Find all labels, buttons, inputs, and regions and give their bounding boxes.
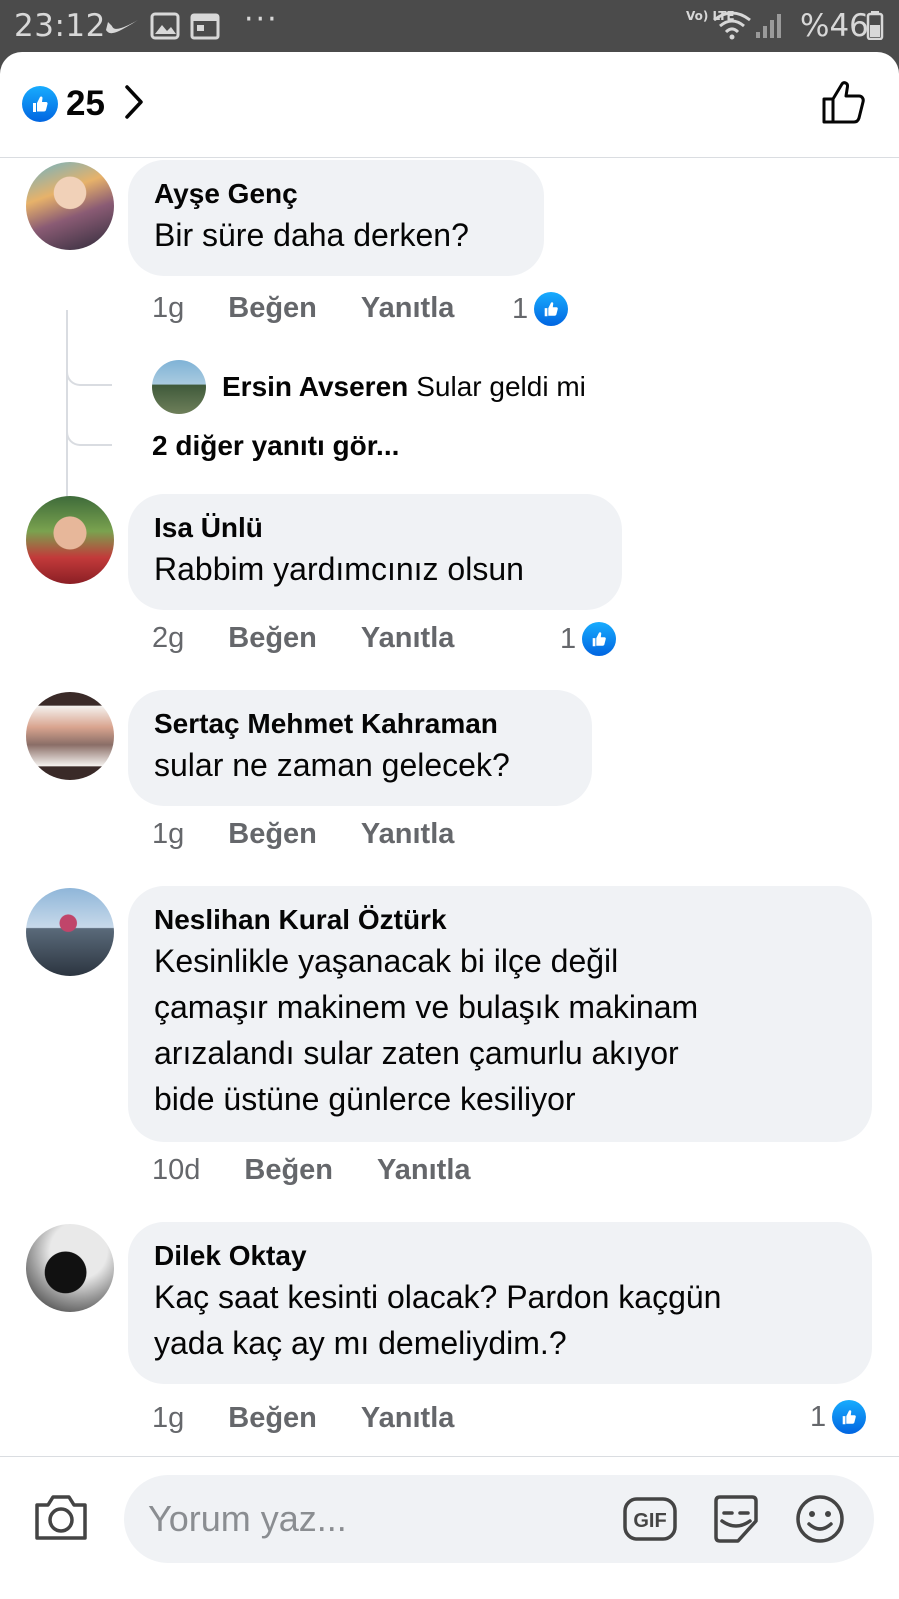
reply-preview[interactable]: Ersin Avseren Sular geldi mi [152, 360, 586, 414]
like-button[interactable]: Beğen [228, 622, 317, 655]
comment-author[interactable]: Neslihan Kural Öztürk [154, 902, 846, 938]
comment-bubble: Dilek Oktay Kaç saat kesinti olacak? Par… [128, 1222, 872, 1384]
nike-icon [104, 12, 140, 42]
thumbs-up-outline-icon[interactable] [821, 80, 867, 131]
comment-bubble: Ayşe Genç Bir süre daha derken? [128, 160, 544, 276]
comment-age: 10d [152, 1154, 201, 1186]
comment-text-line: Kaç saat kesinti olacak? Pardon kaçgün [154, 1279, 722, 1315]
comment-input[interactable] [148, 1495, 588, 1543]
like-reaction-icon [582, 622, 617, 656]
signal-icon [754, 12, 782, 44]
emoji-icon[interactable] [794, 1493, 846, 1550]
avatar[interactable] [26, 496, 114, 584]
reaction-count: 1 [512, 292, 529, 325]
thread-branch [66, 418, 112, 446]
comment-actions: 1g Beğen Yanıtla [152, 292, 454, 325]
like-reaction-icon [22, 86, 58, 122]
like-button[interactable]: Beğen [228, 292, 317, 325]
reply-text: Sular geldi mi [416, 371, 586, 402]
like-button[interactable]: Beğen [228, 818, 317, 851]
reply-button[interactable]: Yanıtla [377, 1154, 471, 1187]
reaction-summary[interactable]: 25 [22, 82, 145, 126]
like-button[interactable]: Beğen [228, 1402, 317, 1435]
avatar[interactable] [26, 692, 114, 780]
reply-author[interactable]: Ersin Avseren [222, 371, 408, 403]
more-dots-icon: ··· [244, 2, 279, 37]
reaction-count: 1 [810, 1400, 827, 1433]
avatar[interactable] [26, 888, 114, 976]
avatar[interactable] [26, 162, 114, 250]
battery-percent: %46 [800, 8, 869, 44]
comment-text-line: Kesinlikle yaşanacak bi ilçe değil [154, 943, 619, 979]
comment-actions: 10d Beğen Yanıtla [152, 1154, 471, 1187]
camera-icon[interactable] [32, 1491, 90, 1548]
status-bar: 23:12 ··· Vo) LTE %46 [0, 0, 899, 52]
comment-actions: 2g Beğen Yanıtla [152, 622, 454, 655]
reply-button[interactable]: Yanıtla [361, 818, 455, 851]
comment-input-pill: GIF [124, 1475, 874, 1563]
comment-bubble: Sertaç Mehmet Kahraman sular ne zaman ge… [128, 690, 592, 806]
avatar[interactable] [152, 360, 206, 414]
comment-text-line: bide üstüne günlerce kesiliyor [154, 1081, 576, 1117]
comment-text: sular ne zaman gelecek? [154, 747, 510, 783]
view-more-replies-link[interactable]: 2 diğer yanıtı gör... [152, 430, 399, 462]
comment-actions: 1g Beğen Yanıtla [152, 1402, 454, 1435]
comment-reactions[interactable]: 1 [810, 1400, 867, 1434]
comment-composer: GIF [0, 1456, 899, 1599]
comment-age: 1g [152, 818, 185, 850]
image-icon [150, 12, 180, 44]
comment-author[interactable]: Sertaç Mehmet Kahraman [154, 706, 566, 742]
comment-text: Bir süre daha derken? [154, 217, 469, 253]
comment-reactions[interactable]: 1 [512, 292, 569, 326]
comment-text-line: yada kaç ay mı demeliydim.? [154, 1325, 567, 1361]
reaction-count: 1 [560, 622, 577, 655]
sticker-icon[interactable] [708, 1491, 764, 1552]
gif-icon[interactable]: GIF [622, 1493, 678, 1550]
comment-text-line: arızalandı sular zaten çamurlu akıyor [154, 1035, 679, 1071]
wifi-icon [712, 10, 752, 44]
comment-age: 2g [152, 622, 185, 654]
gif-label: GIF [633, 1510, 666, 1532]
thread-line [66, 310, 68, 506]
comment-age: 1g [152, 292, 185, 324]
comment-actions: 1g Beğen Yanıtla [152, 818, 454, 851]
comment-bubble: Isa Ünlü Rabbim yardımcınız olsun [128, 494, 622, 610]
reply-button[interactable]: Yanıtla [361, 622, 455, 655]
battery-icon [866, 10, 884, 44]
like-reaction-icon [534, 292, 569, 326]
reaction-count: 25 [66, 84, 105, 123]
comments-sheet: 25 Ayşe Genç Bir süre daha derken? 1g Be… [0, 52, 899, 1599]
comment-text: Rabbim yardımcınız olsun [154, 551, 524, 587]
comment-bubble: Neslihan Kural Öztürk Kesinlikle yaşanac… [128, 886, 872, 1142]
reply-button[interactable]: Yanıtla [361, 1402, 455, 1435]
thread-branch [66, 358, 112, 386]
reply-button[interactable]: Yanıtla [361, 292, 455, 325]
chevron-right-icon[interactable] [123, 84, 145, 125]
like-button[interactable]: Beğen [244, 1154, 333, 1187]
comment-author[interactable]: Ayşe Genç [154, 176, 518, 212]
comment-reactions[interactable]: 1 [560, 622, 617, 656]
status-time: 23:12 [14, 8, 106, 44]
reactions-header: 25 [0, 52, 899, 158]
comment-age: 1g [152, 1402, 185, 1434]
avatar[interactable] [26, 1224, 114, 1312]
comment-author[interactable]: Isa Ünlü [154, 510, 596, 546]
comment-text-line: çamaşır makinem ve bulaşık makinam [154, 989, 699, 1025]
calendar-icon [190, 12, 220, 44]
like-reaction-icon [832, 1400, 867, 1434]
comment-author[interactable]: Dilek Oktay [154, 1238, 846, 1274]
